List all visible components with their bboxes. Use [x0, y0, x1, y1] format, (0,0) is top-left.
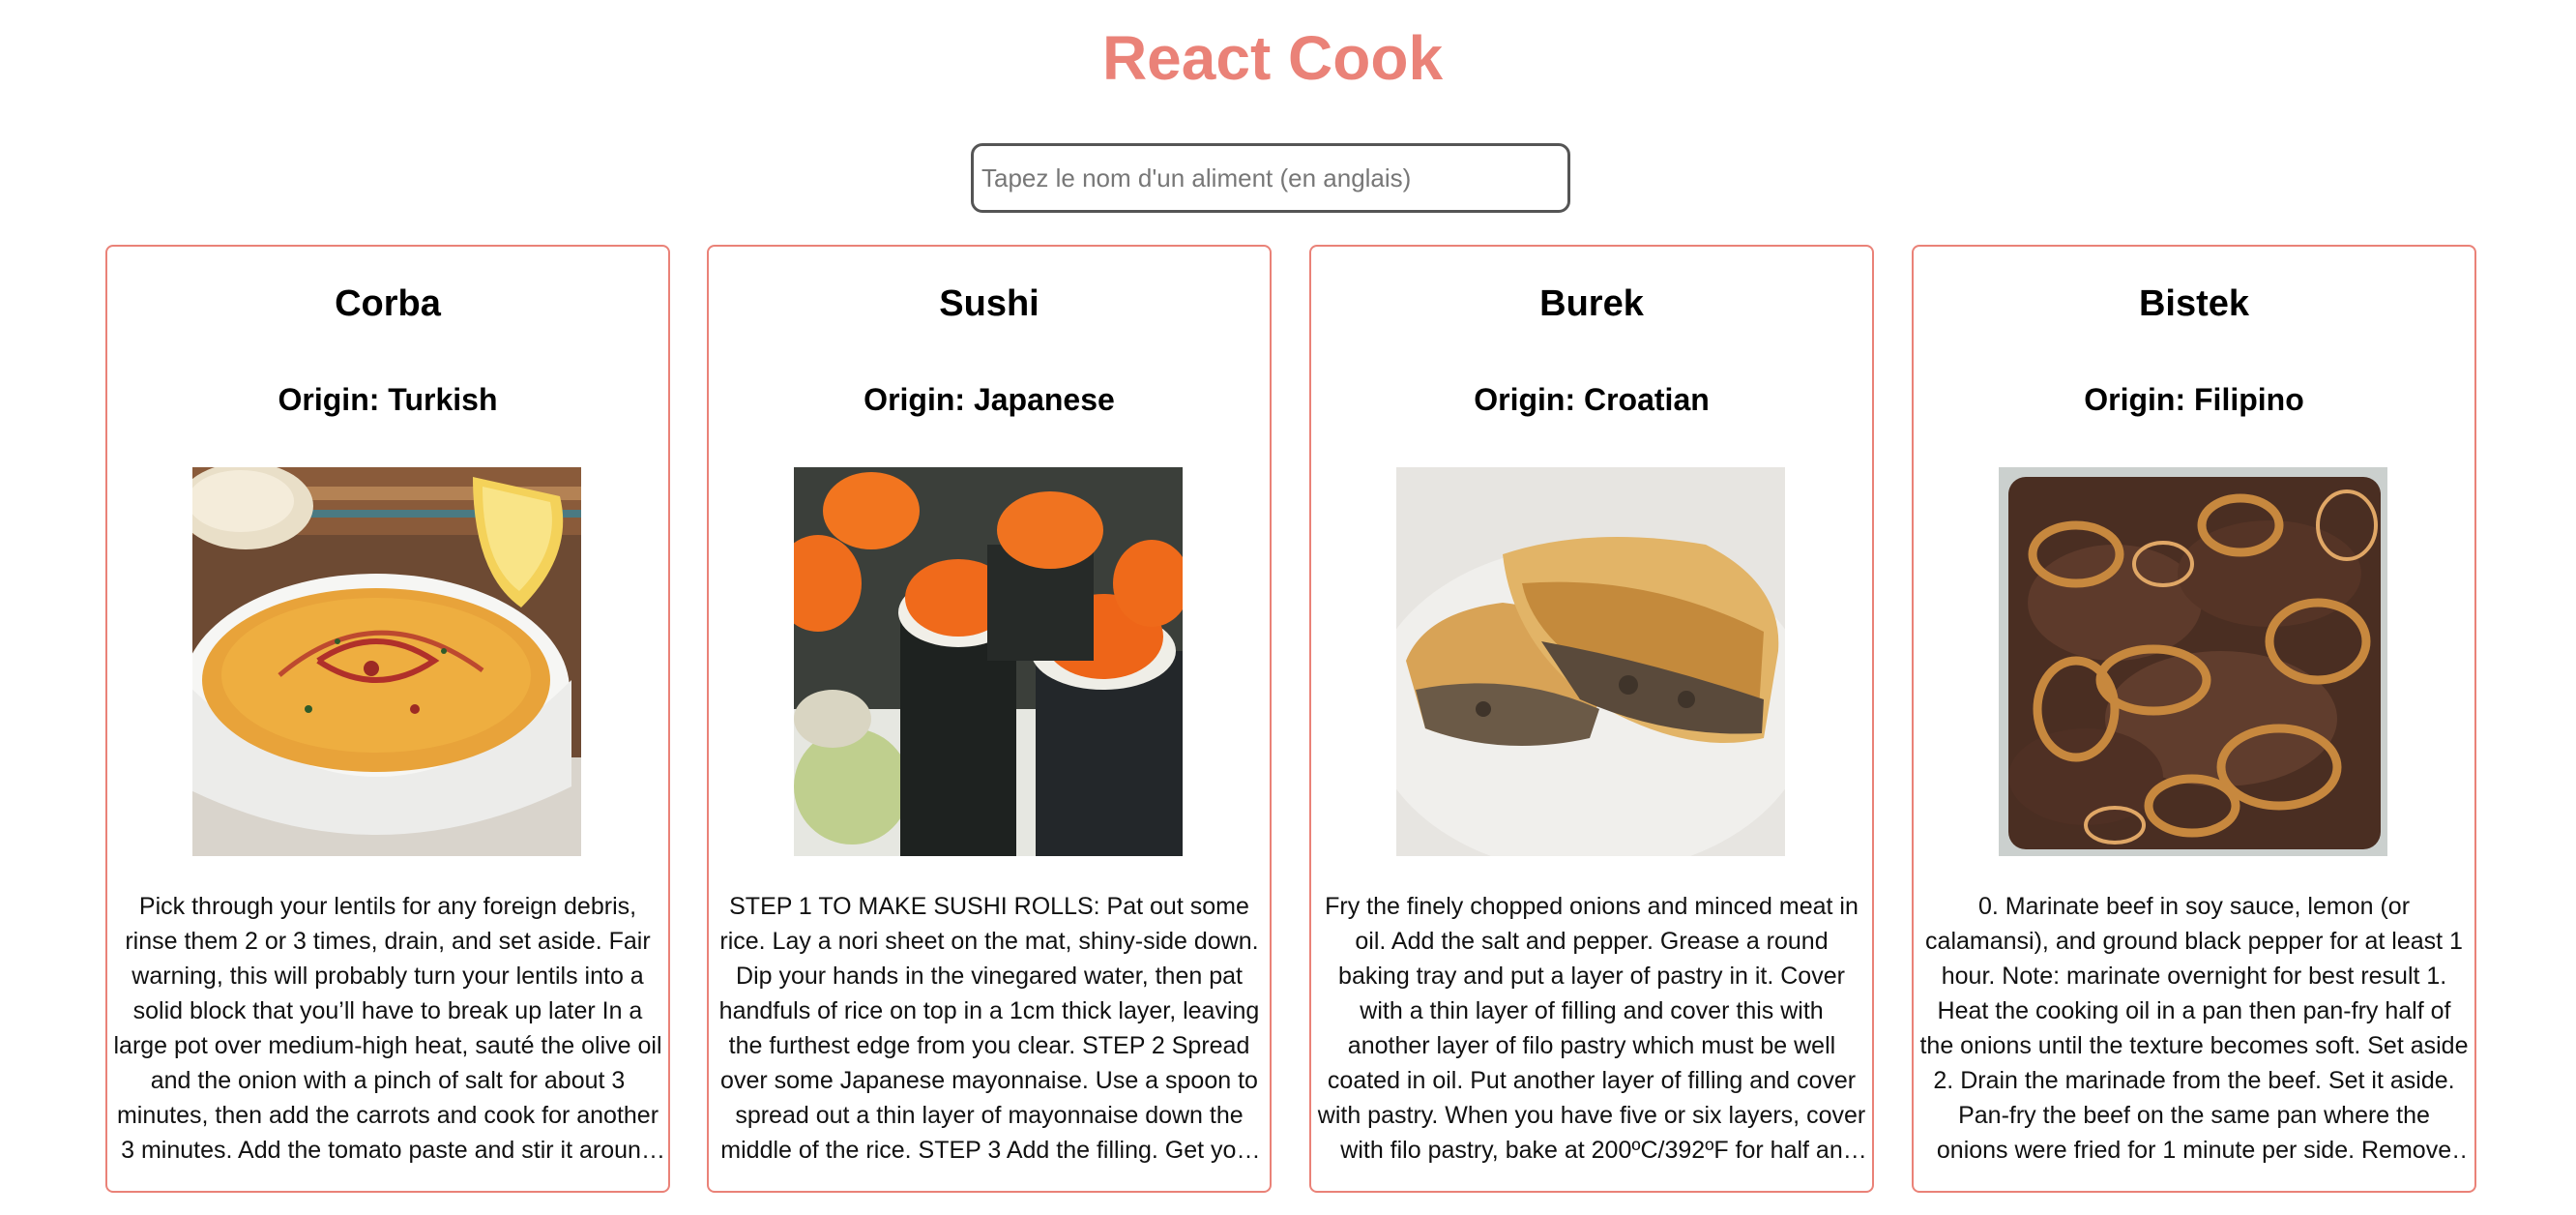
meal-origin: Origin: Turkish	[278, 382, 498, 417]
meal-name: Sushi	[939, 283, 1039, 324]
meal-origin: Origin: Japanese	[864, 382, 1115, 417]
page-title: React Cook	[1101, 23, 1444, 93]
meal-instructions: Pick through your lentils for any foreig…	[113, 893, 662, 1164]
meal-origin: Origin: Filipino	[2084, 382, 2304, 417]
meal-name: Burek	[1539, 283, 1644, 324]
soup-bowl-image	[192, 467, 581, 856]
meal-instructions: STEP 1 TO MAKE SUSHI ROLLS: Pat out some…	[718, 893, 1260, 1164]
meal-card[interactable]: Corba Origin: Turkish Pick through your …	[105, 245, 670, 1193]
search-input[interactable]	[971, 143, 1570, 213]
meal-card[interactable]: Bistek Origin: Filipino 0. Marinate beef…	[1912, 245, 2476, 1193]
meal-name: Bistek	[2138, 283, 2250, 324]
burek-pastry-image	[1396, 467, 1785, 856]
meal-origin: Origin: Croatian	[1474, 382, 1710, 417]
app-root: React Cook Corba Origin: Turkish	[0, 0, 2576, 1215]
beef-onions-image	[1999, 467, 2387, 856]
sushi-rolls-image	[794, 467, 1183, 856]
meal-card[interactable]: Sushi Origin: Japanese STEP 1 TO MAKE SU…	[707, 245, 1272, 1193]
search-bar	[971, 143, 1570, 213]
meal-card[interactable]: Burek Origin: Croatian Fry the finely ch…	[1309, 245, 1874, 1193]
meal-instructions: 0. Marinate beef in soy sauce, lemon (or…	[1919, 893, 2469, 1164]
meal-name: Corba	[335, 283, 441, 324]
meal-instructions: Fry the finely chopped onions and minced…	[1317, 893, 1866, 1164]
